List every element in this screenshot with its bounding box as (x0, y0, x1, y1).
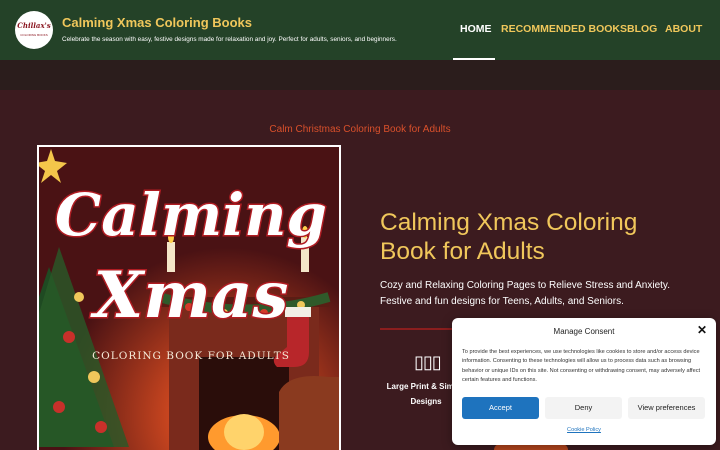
site-header: Chillax's COLORING BOOKS Calming Xmas Co… (0, 0, 720, 60)
nav-recommended-books[interactable]: RECOMMENDED BOOKS (501, 23, 627, 35)
consent-title: Manage Consent (553, 327, 615, 336)
book-cover-image[interactable]: Calming Xmas COLORING BOOK FOR ADULTS (37, 145, 341, 450)
cover-title-line1: Calming (55, 181, 327, 249)
site-tagline: Celebrate the season with easy, festive … (62, 36, 397, 43)
site-logo[interactable]: Chillax's COLORING BOOKS (15, 11, 53, 49)
site-title[interactable]: Calming Xmas Coloring Books (62, 15, 252, 30)
header-band (0, 60, 720, 90)
book-pages-icon: ▯▯▯ (414, 352, 442, 372)
cover-illustration: Calming Xmas COLORING BOOK FOR ADULTS (39, 147, 339, 450)
nav-home[interactable]: HOME (460, 23, 492, 35)
section-label: Calm Christmas Coloring Book for Adults (269, 124, 451, 135)
logo-subtext: COLORING BOOKS (20, 33, 48, 37)
accept-button[interactable]: Accept (462, 397, 539, 419)
book-description: Cozy and Relaxing Coloring Pages to Reli… (380, 280, 670, 307)
book-title: Calming Xmas Coloring Book for Adults (380, 209, 638, 265)
consent-dialog: Manage Consent ✕ To provide the best exp… (452, 318, 716, 445)
section-divider (380, 328, 460, 330)
logo-wordmark: Chillax's (17, 21, 51, 30)
nav-blog[interactable]: BLOG (627, 23, 657, 35)
deny-button[interactable]: Deny (545, 397, 622, 419)
consent-text: To provide the best experiences, we use … (462, 349, 701, 383)
cover-title-line2: Xmas (90, 258, 289, 333)
view-preferences-button[interactable]: View preferences (628, 397, 705, 419)
cookie-policy-link[interactable]: Cookie Policy (452, 427, 716, 433)
cover-subtitle: COLORING BOOK FOR ADULTS (92, 350, 290, 362)
close-icon[interactable]: ✕ (697, 323, 707, 337)
nav-about[interactable]: ABOUT (665, 23, 702, 35)
